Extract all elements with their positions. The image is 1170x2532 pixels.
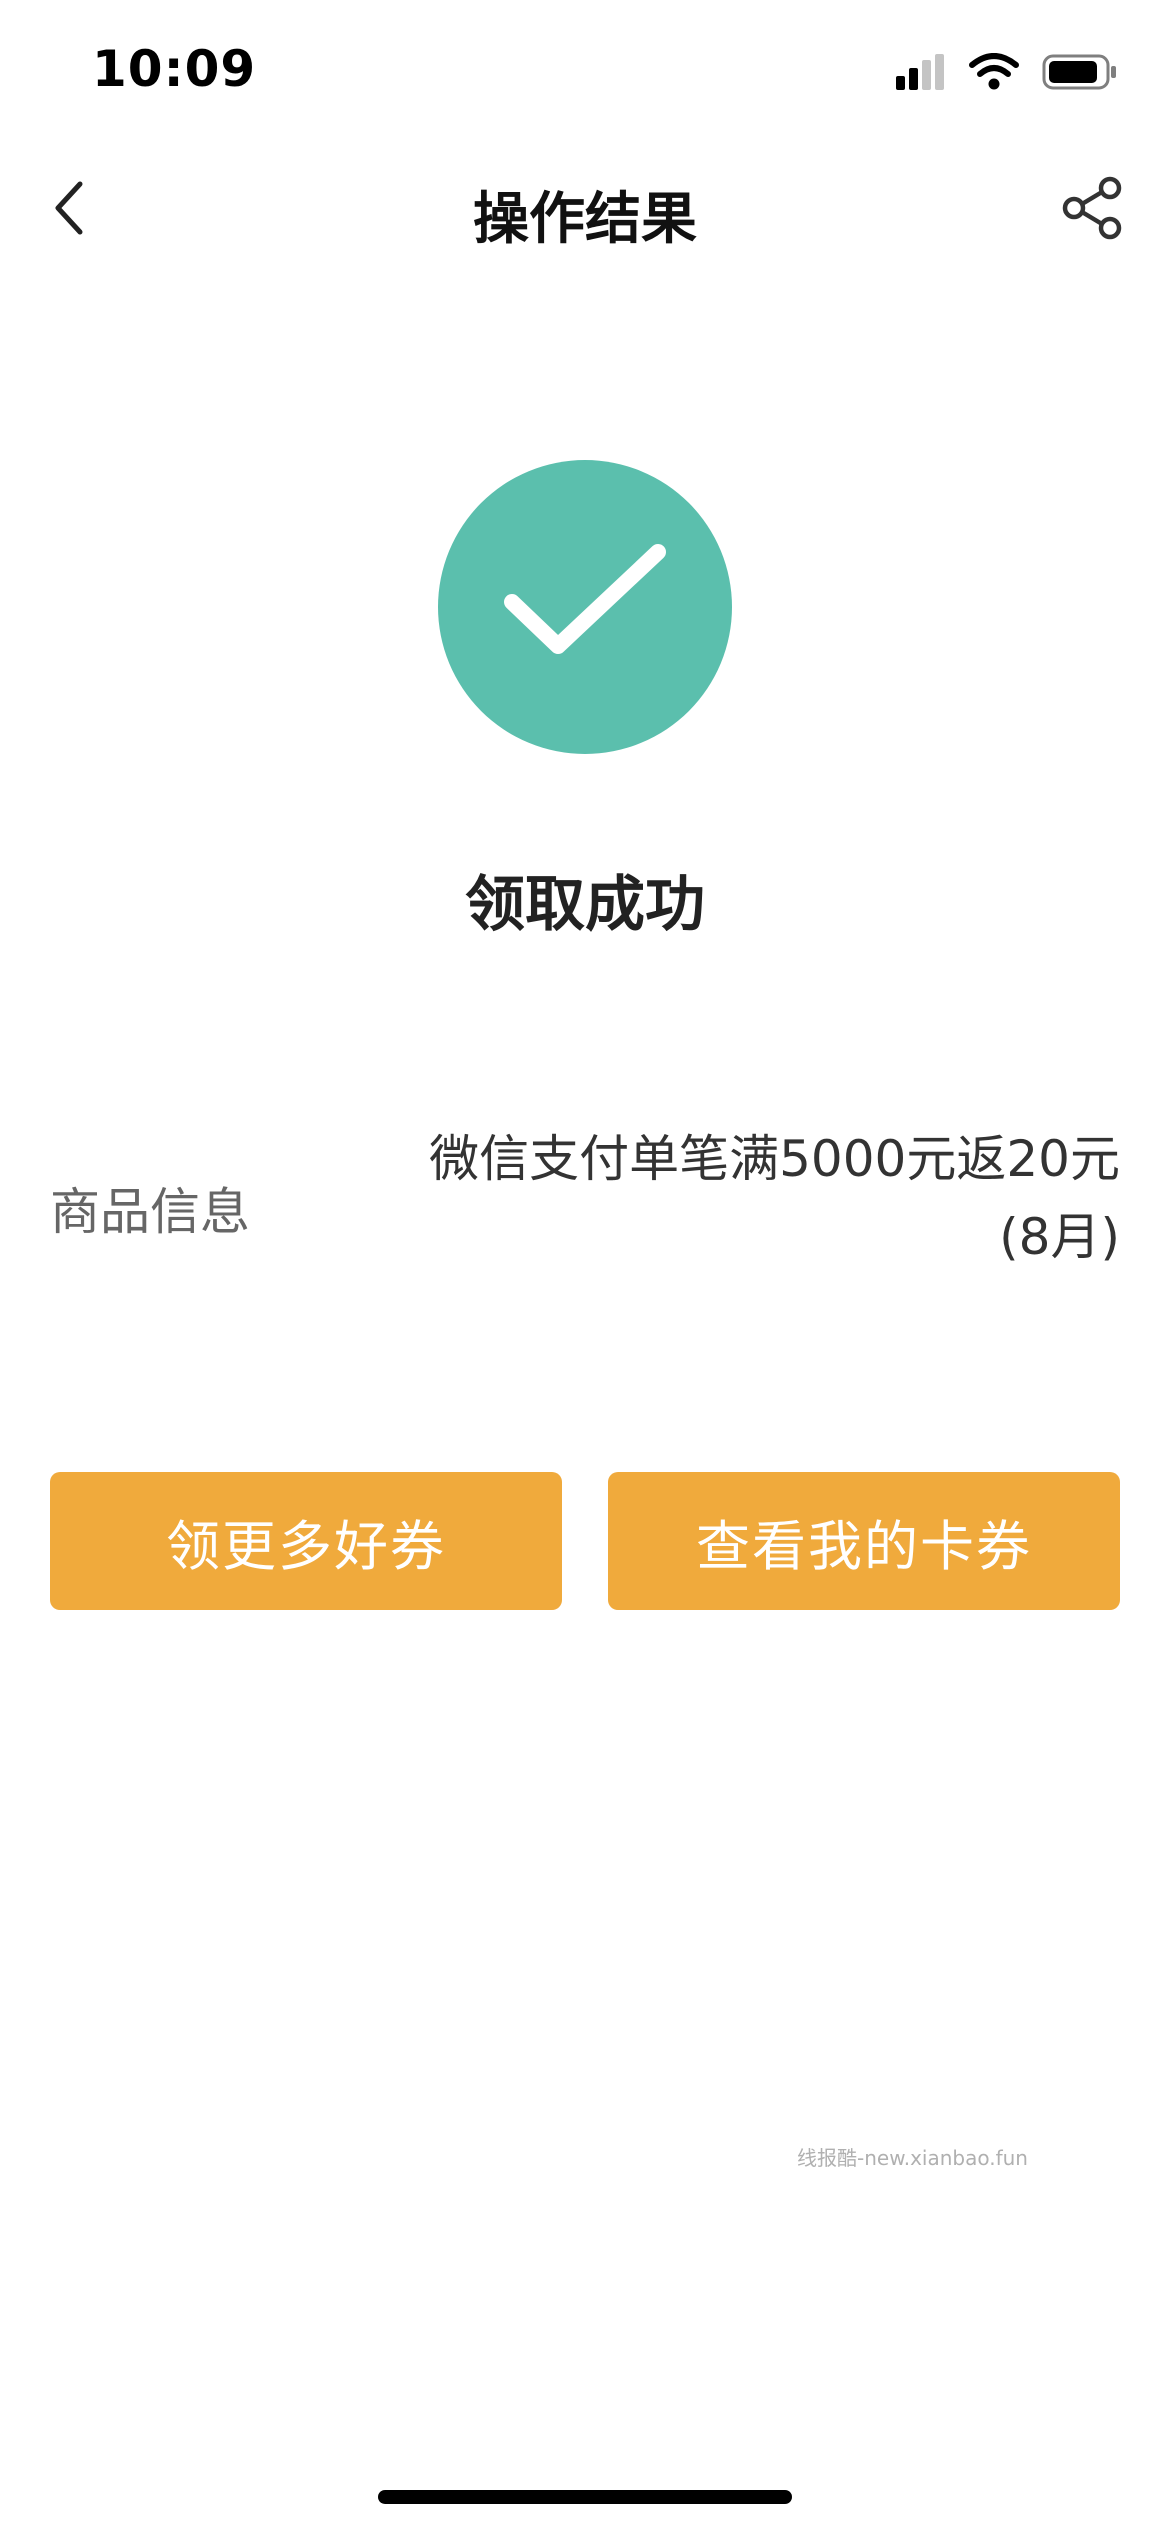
- page-title: 操作结果: [473, 187, 697, 252]
- nav-bar: 操作结果: [0, 140, 1170, 280]
- signal-icon: [896, 54, 946, 94]
- product-info-label: 商品信息: [50, 1183, 250, 1241]
- status-bar: 10:09: [0, 0, 1170, 140]
- product-info-value-line2: (8月): [999, 1208, 1120, 1266]
- home-indicator: [378, 2490, 792, 2504]
- product-info-value: 微信支付单笔满5000元返20元 (8月): [380, 1120, 1120, 1276]
- checkmark-icon: [500, 540, 670, 674]
- result-status-text: 领取成功: [465, 870, 705, 940]
- product-info-value-line1: 微信支付单笔满5000元返20元: [429, 1130, 1120, 1188]
- status-icons: [896, 52, 1118, 96]
- status-time: 10:09: [92, 40, 257, 98]
- product-info-row: 商品信息 微信支付单笔满5000元返20元 (8月): [0, 1120, 1170, 1290]
- battery-icon: [1042, 53, 1118, 95]
- share-button[interactable]: [1046, 162, 1142, 258]
- watermark-text: 线报酷-new.xianbao.fun: [797, 2146, 1028, 2170]
- view-my-coupons-button[interactable]: 查看我的卡券: [608, 1472, 1120, 1610]
- wifi-icon: [968, 53, 1020, 95]
- more-coupons-button[interactable]: 领更多好券: [50, 1472, 562, 1610]
- share-icon: [1062, 176, 1126, 244]
- success-circle: [438, 460, 732, 754]
